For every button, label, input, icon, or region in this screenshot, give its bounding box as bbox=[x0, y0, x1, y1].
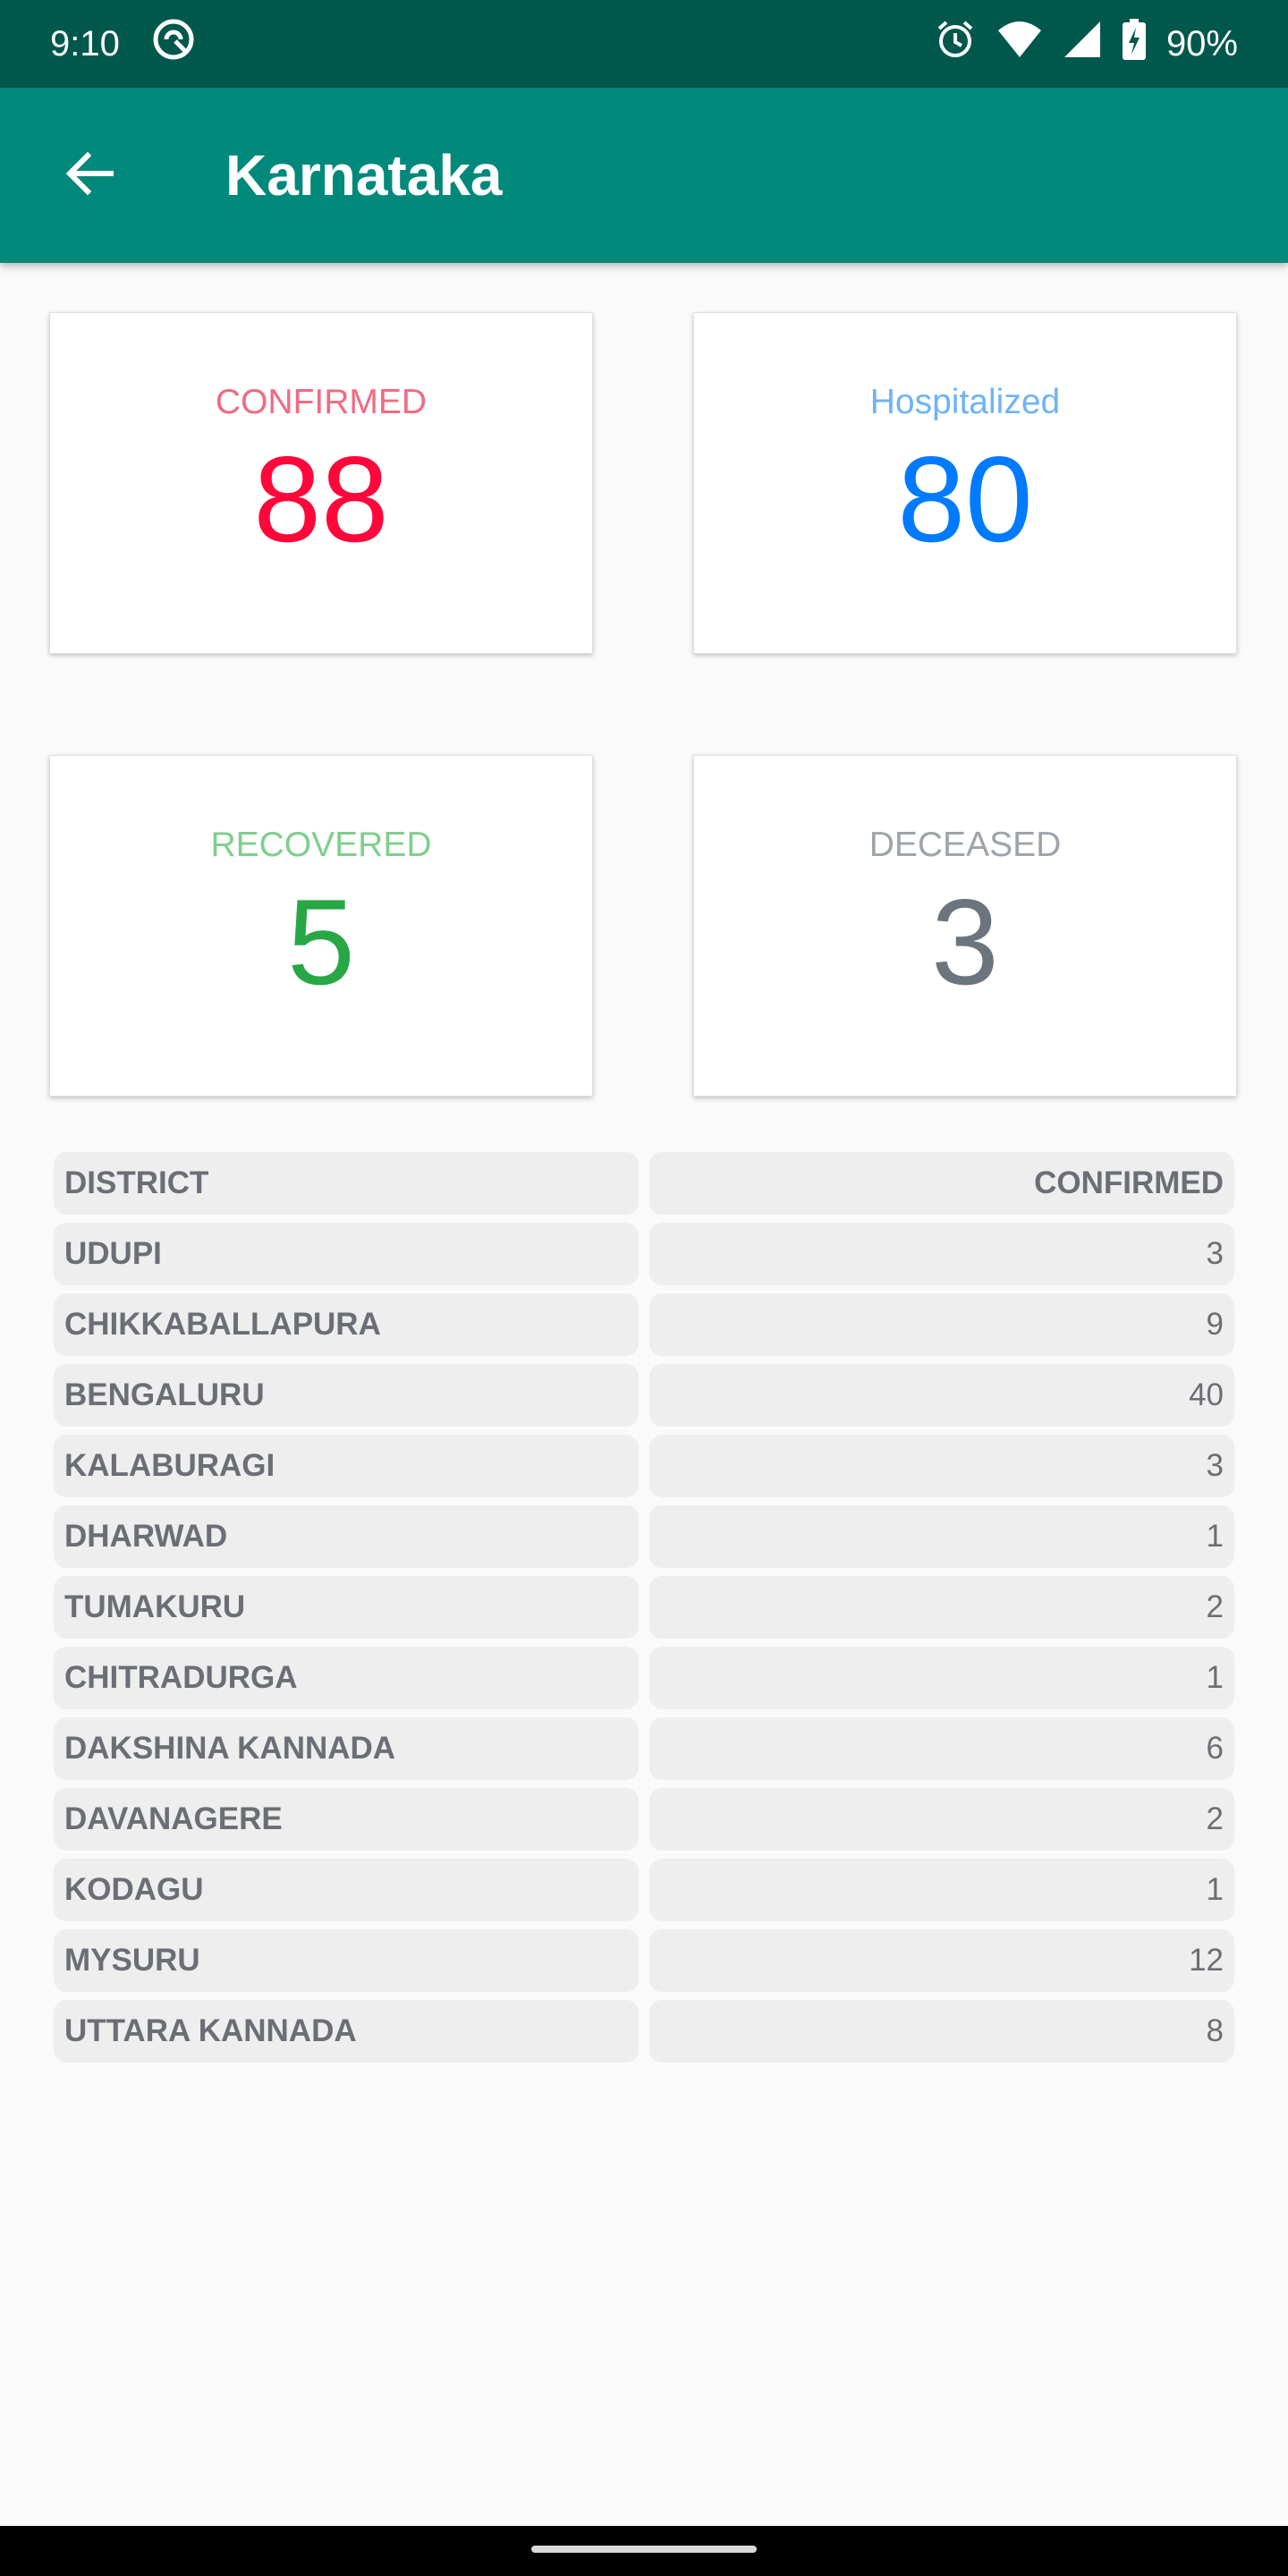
table-row[interactable]: UDUPI 3 bbox=[54, 1223, 1234, 1285]
deceased-card: DECEASED 3 bbox=[693, 755, 1237, 1097]
table-row[interactable]: DAVANAGERE 2 bbox=[54, 1788, 1234, 1851]
district-cell: CHITRADURGA bbox=[54, 1647, 639, 1709]
confirmed-card: CONFIRMED 88 bbox=[49, 312, 593, 654]
confirmed-cell: 1 bbox=[649, 1647, 1234, 1709]
status-left: 9:10 bbox=[50, 16, 197, 72]
district-cell: TUMAKURU bbox=[54, 1576, 639, 1639]
confirmed-cell: 2 bbox=[649, 1576, 1234, 1639]
confirmed-cell: 40 bbox=[649, 1364, 1234, 1427]
district-cell: KODAGU bbox=[54, 1859, 639, 1921]
table-row[interactable]: CHITRADURGA 1 bbox=[54, 1647, 1234, 1709]
assistant-icon bbox=[150, 16, 197, 72]
district-table: DISTRICT CONFIRMED UDUPI 3 CHIKKABALLAPU… bbox=[54, 1152, 1234, 2071]
home-handle[interactable] bbox=[531, 2546, 757, 2553]
confirmed-cell: 2 bbox=[649, 1788, 1234, 1851]
hospitalized-card: Hospitalized 80 bbox=[693, 312, 1237, 654]
recovered-label: RECOVERED bbox=[210, 826, 432, 864]
battery-charging-icon bbox=[1122, 19, 1147, 69]
table-row[interactable]: CHIKKABALLAPURA 9 bbox=[54, 1293, 1234, 1356]
table-row[interactable]: BENGALURU 40 bbox=[54, 1364, 1234, 1427]
status-bar: 9:10 90% bbox=[0, 0, 1288, 88]
district-cell: DAVANAGERE bbox=[54, 1788, 639, 1851]
confirmed-cell: 3 bbox=[649, 1435, 1234, 1497]
confirmed-cell: 1 bbox=[649, 1859, 1234, 1921]
hospitalized-value: 80 bbox=[897, 431, 1033, 567]
district-cell: CHIKKABALLAPURA bbox=[54, 1293, 639, 1356]
recovered-value: 5 bbox=[287, 874, 355, 1010]
arrow-back-icon bbox=[63, 147, 116, 205]
table-row[interactable]: MYSURU 12 bbox=[54, 1929, 1234, 1992]
table-row[interactable]: DAKSHINA KANNADA 6 bbox=[54, 1717, 1234, 1780]
district-cell: BENGALURU bbox=[54, 1364, 639, 1427]
recovered-card: RECOVERED 5 bbox=[49, 755, 593, 1097]
header-district[interactable]: DISTRICT bbox=[54, 1152, 639, 1215]
confirmed-value: 88 bbox=[253, 431, 389, 567]
alarm-icon bbox=[934, 18, 977, 70]
page-title: Karnataka bbox=[225, 143, 503, 208]
status-time: 9:10 bbox=[50, 23, 120, 64]
confirmed-cell: 12 bbox=[649, 1929, 1234, 1992]
table-row[interactable]: UTTARA KANNADA 8 bbox=[54, 2000, 1234, 2063]
table-row[interactable]: DHARWAD 1 bbox=[54, 1505, 1234, 1568]
deceased-value: 3 bbox=[931, 874, 999, 1010]
district-cell: MYSURU bbox=[54, 1929, 639, 1992]
confirmed-cell: 3 bbox=[649, 1223, 1234, 1285]
table-header-row: DISTRICT CONFIRMED bbox=[54, 1152, 1234, 1215]
district-cell: KALABURAGI bbox=[54, 1435, 639, 1497]
confirmed-cell: 8 bbox=[649, 2000, 1234, 2063]
signal-icon bbox=[1063, 20, 1102, 68]
deceased-label: DECEASED bbox=[869, 826, 1062, 864]
header-confirmed[interactable]: CONFIRMED bbox=[649, 1152, 1234, 1215]
back-button[interactable] bbox=[47, 132, 132, 218]
confirmed-label: CONFIRMED bbox=[215, 383, 428, 421]
app-bar: Karnataka bbox=[0, 88, 1288, 263]
district-cell: UDUPI bbox=[54, 1223, 639, 1285]
battery-level: 90% bbox=[1165, 23, 1238, 64]
confirmed-cell: 9 bbox=[649, 1293, 1234, 1356]
table-row[interactable]: KODAGU 1 bbox=[54, 1859, 1234, 1921]
district-cell: UTTARA KANNADA bbox=[54, 2000, 639, 2063]
table-row[interactable]: TUMAKURU 2 bbox=[54, 1576, 1234, 1639]
navigation-bar bbox=[0, 2526, 1288, 2576]
hospitalized-label: Hospitalized bbox=[869, 383, 1061, 421]
district-cell: DAKSHINA KANNADA bbox=[54, 1717, 639, 1780]
confirmed-cell: 1 bbox=[649, 1505, 1234, 1568]
table-row[interactable]: KALABURAGI 3 bbox=[54, 1435, 1234, 1497]
status-right: 90% bbox=[934, 18, 1238, 70]
confirmed-cell: 6 bbox=[649, 1717, 1234, 1780]
district-cell: DHARWAD bbox=[54, 1505, 639, 1568]
wifi-icon bbox=[996, 20, 1043, 68]
